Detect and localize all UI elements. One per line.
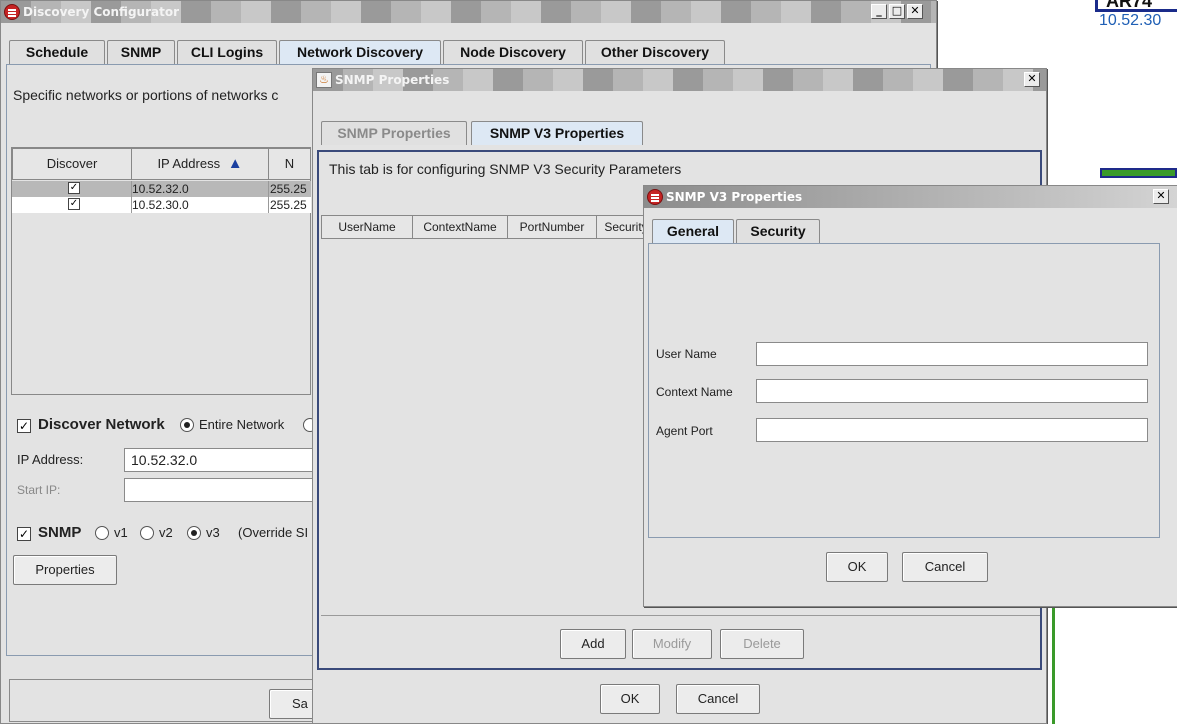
column-header-ip-address[interactable]: IP Address ▲: [131, 148, 269, 180]
tab-label: SNMP Properties: [337, 125, 451, 141]
ok-button[interactable]: OK: [600, 684, 660, 714]
user-name-input[interactable]: [756, 342, 1148, 366]
close-button[interactable]: ✕: [1153, 189, 1169, 204]
column-label: Discover: [46, 156, 98, 171]
row-ip: 10.52.30.0: [132, 198, 189, 212]
minimize-button[interactable]: _: [871, 4, 887, 19]
properties-button[interactable]: Properties: [13, 555, 117, 585]
snmp-v1-label: v1: [114, 525, 128, 540]
tab-label: SNMP: [120, 44, 162, 60]
tab-node-discovery[interactable]: Node Discovery: [443, 40, 583, 64]
cancel-button[interactable]: Cancel: [902, 552, 988, 582]
column-header-mask[interactable]: N: [268, 148, 311, 180]
column-divider: [268, 181, 269, 213]
context-name-input[interactable]: [756, 379, 1148, 403]
ip-address-input[interactable]: 10.52.32.0: [124, 448, 324, 472]
tab-label: Node Discovery: [460, 44, 566, 60]
background-node-ip: 10.52.30: [1099, 12, 1162, 29]
tab-label: CLI Logins: [190, 44, 264, 60]
ok-button[interactable]: OK: [826, 552, 888, 582]
row-discover-checkbox[interactable]: ✓: [68, 198, 80, 210]
tab-general[interactable]: General: [652, 219, 734, 243]
modify-button[interactable]: Modify: [632, 629, 712, 659]
snmp-v3-label: v3: [206, 525, 220, 540]
snmp-properties-title: SNMP Properties: [335, 73, 450, 87]
maximize-button[interactable]: □: [889, 4, 905, 19]
row-mask: 255.25: [270, 182, 307, 196]
background-node-title: AR74: [1106, 0, 1153, 11]
snmp-v3-properties-dialog: SNMP V3 Properties ✕ General Security Us…: [643, 185, 1177, 607]
snmp-v3-radio[interactable]: [187, 526, 201, 540]
column-header-contextname[interactable]: ContextName: [412, 215, 508, 239]
context-name-label: Context Name: [656, 385, 733, 399]
close-button[interactable]: ✕: [907, 4, 923, 19]
row-ip: 10.52.32.0: [132, 182, 189, 196]
table-row[interactable]: ✓ 10.52.30.0 255.25: [12, 197, 311, 213]
sort-ascending-icon: ▲: [227, 155, 243, 172]
tab-schedule[interactable]: Schedule: [9, 40, 105, 64]
entire-network-label: Entire Network: [199, 417, 285, 432]
background-green-line: [1052, 600, 1055, 724]
discovery-title: Discovery Configurator: [23, 5, 179, 19]
column-label: PortNumber: [519, 220, 585, 234]
cancel-button[interactable]: Cancel: [676, 684, 760, 714]
java-cup-icon: ♨: [316, 72, 332, 88]
tab-label: Schedule: [25, 44, 89, 60]
snmp-v2-label: v2: [159, 525, 173, 540]
snmp-properties-titlebar[interactable]: ♨ SNMP Properties: [313, 69, 1046, 91]
v3-dialog-title: SNMP V3 Properties: [666, 190, 803, 204]
column-header-portnumber[interactable]: PortNumber: [507, 215, 597, 239]
discover-network-label: Discover Network: [38, 416, 165, 433]
ip-address-label: IP Address:: [17, 452, 84, 467]
app-icon: [647, 189, 663, 205]
app-icon: [4, 4, 20, 20]
override-label: (Override SI: [238, 525, 309, 540]
snmp-v2-radio[interactable]: [140, 526, 154, 540]
entire-network-radio[interactable]: [180, 418, 194, 432]
snmp-checkbox[interactable]: ✓: [17, 527, 31, 541]
tab-network-discovery[interactable]: Network Discovery: [279, 40, 441, 64]
column-label: UserName: [338, 220, 396, 234]
tab-snmp-properties[interactable]: SNMP Properties: [321, 121, 467, 145]
tab-label: Network Discovery: [296, 44, 424, 60]
tab-other-discovery[interactable]: Other Discovery: [585, 40, 725, 64]
column-divider: [131, 181, 132, 213]
snmp-v1-radio[interactable]: [95, 526, 109, 540]
row-mask: 255.25: [270, 198, 307, 212]
agent-port-label: Agent Port: [656, 424, 713, 438]
table-row[interactable]: ✓ 10.52.32.0 255.25: [12, 181, 311, 197]
network-description: Specific networks or portions of network…: [13, 87, 279, 103]
discover-network-checkbox[interactable]: ✓: [17, 419, 31, 433]
tab-label: Other Discovery: [600, 44, 710, 60]
tab-snmp[interactable]: SNMP: [107, 40, 175, 64]
row-discover-checkbox[interactable]: ✓: [68, 182, 80, 194]
tab-security[interactable]: Security: [736, 219, 820, 243]
v3-button-bar: [321, 615, 1040, 616]
tab-label: General: [666, 223, 720, 239]
close-button[interactable]: ✕: [1024, 72, 1040, 87]
background-node-green-bar: [1100, 168, 1177, 178]
tab-label: Security: [750, 223, 806, 239]
column-label: N: [284, 156, 295, 171]
v3-dialog-titlebar[interactable]: SNMP V3 Properties: [644, 186, 1177, 208]
discovery-titlebar[interactable]: Discovery Configurator: [1, 1, 936, 23]
background-node-box: AR74: [1095, 0, 1177, 12]
column-label: ContextName: [423, 220, 497, 234]
start-ip-label: Start IP:: [17, 483, 61, 497]
delete-button[interactable]: Delete: [720, 629, 804, 659]
snmp-v3-description: This tab is for configuring SNMP V3 Secu…: [329, 161, 682, 177]
column-header-username[interactable]: UserName: [321, 215, 413, 239]
column-header-discover[interactable]: Discover: [12, 148, 132, 180]
add-button[interactable]: Add: [560, 629, 626, 659]
tab-snmp-v3-properties[interactable]: SNMP V3 Properties: [471, 121, 643, 145]
agent-port-input[interactable]: [756, 418, 1148, 442]
user-name-label: User Name: [656, 347, 717, 361]
column-label: IP Address: [157, 156, 221, 171]
tab-cli-logins[interactable]: CLI Logins: [177, 40, 277, 64]
column-label: Security: [604, 220, 648, 234]
tab-label: SNMP V3 Properties: [489, 125, 625, 141]
start-ip-input[interactable]: [124, 478, 324, 502]
snmp-label: SNMP: [38, 524, 82, 541]
